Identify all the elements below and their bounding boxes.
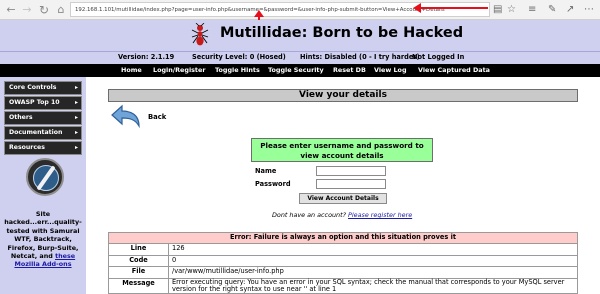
table-row: Code 0 — [108, 254, 578, 268]
name-field[interactable] — [316, 166, 386, 176]
chevron-right-icon: ▸ — [74, 99, 78, 106]
forward-icon[interactable]: → — [21, 3, 33, 17]
site-title: Mutillidae: Born to be Hacked — [220, 25, 464, 41]
table-row: Line 126 — [108, 243, 578, 256]
hints-label: Hints: Disabled (0 - I try harder) — [300, 53, 420, 61]
status-bar: Version: 2.1.19 Security Level: 0 (Hosed… — [0, 52, 600, 64]
chevron-right-icon: ▸ — [74, 144, 78, 151]
menu-toggle-hints[interactable]: Toggle Hints — [215, 66, 260, 74]
top-menu: Home Login/Register Toggle Hints Toggle … — [0, 64, 600, 77]
sidebar-item-others[interactable]: Others ▸ — [4, 111, 82, 125]
menu-login-register[interactable]: Login/Register — [153, 66, 205, 74]
error-value: /var/www/mutillidae/user-info.php — [168, 266, 578, 279]
chevron-right-icon: ▸ — [74, 114, 78, 121]
login-status-label: Not Logged In — [412, 53, 465, 61]
error-key: File — [108, 266, 169, 279]
error-title: Error: Failure is always an option and t… — [108, 231, 578, 245]
site-header: Mutillidae: Born to be Hacked — [0, 20, 600, 52]
sidebar-item-label: Others — [9, 114, 33, 121]
page-title: View your details — [108, 89, 578, 102]
back-label: Back — [148, 113, 167, 121]
no-account-text: Dont have an account? — [272, 211, 346, 219]
sidebar-promo-text: Site hacked...err...quality-tested with … — [3, 210, 83, 269]
error-value: Error executing query: You have an error… — [168, 277, 578, 294]
menu-home[interactable]: Home — [121, 66, 142, 74]
password-field[interactable] — [316, 179, 386, 189]
reading-view-icon[interactable]: ▤ — [493, 3, 502, 17]
back-arrow-icon — [111, 104, 140, 129]
ant-logo-icon — [191, 23, 209, 46]
home-icon[interactable]: ⌂ — [55, 3, 67, 17]
sidebar-item-resources[interactable]: Resources ▸ — [4, 141, 82, 155]
error-value: 0 — [168, 254, 578, 268]
chevron-right-icon: ▸ — [74, 129, 78, 136]
login-instructions: Please enter username and password to vi… — [251, 138, 433, 162]
register-prompt: Dont have an account? Please register he… — [272, 211, 412, 219]
favorite-star-icon[interactable]: ☆ — [507, 3, 516, 17]
browser-toolbar: ← → ↻ ⌂ 192.168.1.101/mutillidae/index.p… — [0, 0, 600, 20]
back-icon[interactable]: ← — [5, 3, 17, 17]
version-label: Version: 2.1.19 — [118, 53, 175, 61]
menu-view-log[interactable]: View Log — [374, 66, 407, 74]
reload-icon[interactable]: ↻ — [38, 3, 50, 17]
sidebar-item-owasp-top-10[interactable]: OWASP Top 10 ▸ — [4, 96, 82, 110]
menu-reset-db[interactable]: Reset DB — [333, 66, 366, 74]
menu-view-captured-data[interactable]: View Captured Data — [418, 66, 490, 74]
name-label: Name — [255, 167, 277, 175]
table-row: Message Error executing query: You have … — [108, 277, 578, 294]
share-icon[interactable]: ↗ — [566, 3, 574, 17]
samurai-wtf-logo-icon[interactable] — [26, 158, 64, 196]
sidebar-item-label: Core Controls — [9, 84, 57, 91]
chevron-right-icon: ▸ — [74, 84, 78, 91]
view-account-details-button[interactable]: View Account Details — [299, 193, 387, 204]
error-value: 126 — [168, 243, 578, 256]
menu-toggle-security[interactable]: Toggle Security — [268, 66, 324, 74]
password-label: Password — [255, 180, 291, 188]
sidebar-item-label: OWASP Top 10 — [9, 99, 60, 106]
error-key: Code — [108, 254, 169, 268]
table-row: File /var/www/mutillidae/user-info.php — [108, 266, 578, 279]
hub-icon[interactable]: ≡ — [528, 3, 536, 17]
web-note-icon[interactable]: ✎ — [548, 3, 556, 17]
error-key: Message — [108, 277, 169, 294]
security-level-label: Security Level: 0 (Hosed) — [192, 53, 286, 61]
sidebar-item-label: Documentation — [9, 129, 63, 136]
annotation-arrow-horizontal — [413, 3, 488, 13]
register-link[interactable]: Please register here — [348, 211, 412, 219]
back-button[interactable]: Back — [110, 104, 180, 132]
sidebar-item-documentation[interactable]: Documentation ▸ — [4, 126, 82, 140]
error-key: Line — [108, 243, 169, 256]
address-bar[interactable]: 192.168.1.101/mutillidae/index.php?page=… — [70, 2, 490, 17]
sidebar-item-label: Resources — [9, 144, 45, 151]
more-icon[interactable]: ⋯ — [584, 3, 594, 17]
sidebar-item-core-controls[interactable]: Core Controls ▸ — [4, 81, 82, 95]
error-table: Error: Failure is always an option and t… — [108, 231, 578, 294]
